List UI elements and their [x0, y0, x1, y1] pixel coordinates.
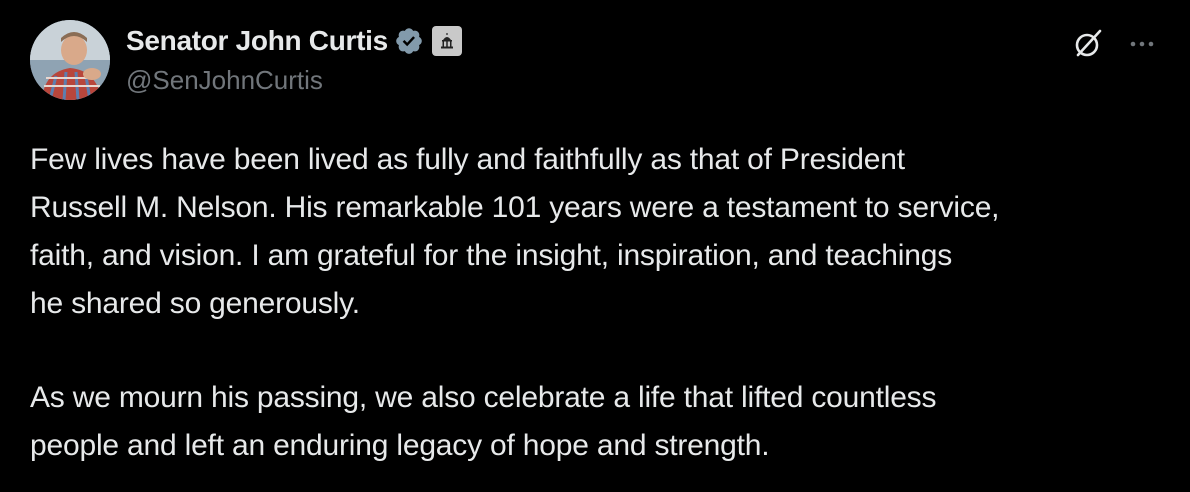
tweet-text-paragraph-1: Few lives have been lived as fully and f… — [30, 143, 1000, 320]
grok-icon — [1075, 29, 1102, 57]
author-display-name[interactable]: Senator John Curtis — [126, 25, 388, 57]
name-row: Senator John Curtis — [126, 22, 462, 60]
tweet-text-paragraph-2: As we mourn his passing, we also celebra… — [30, 381, 937, 462]
author-handle[interactable]: @SenJohnCurtis — [126, 65, 462, 96]
grok-button[interactable] — [1070, 26, 1106, 62]
avatar-photo-icon — [30, 20, 110, 100]
verified-badge-icon[interactable] — [394, 26, 424, 56]
more-dots-icon — [1130, 41, 1154, 47]
tweet-header: Senator John Curtis @SenJohnCurtis — [126, 22, 462, 96]
more-options-button[interactable] — [1124, 26, 1160, 62]
avatar[interactable] — [30, 20, 110, 100]
tweet-card: Senator John Curtis @SenJohnCurtis Few l… — [0, 0, 1190, 492]
capitol-building-icon[interactable] — [431, 26, 462, 56]
